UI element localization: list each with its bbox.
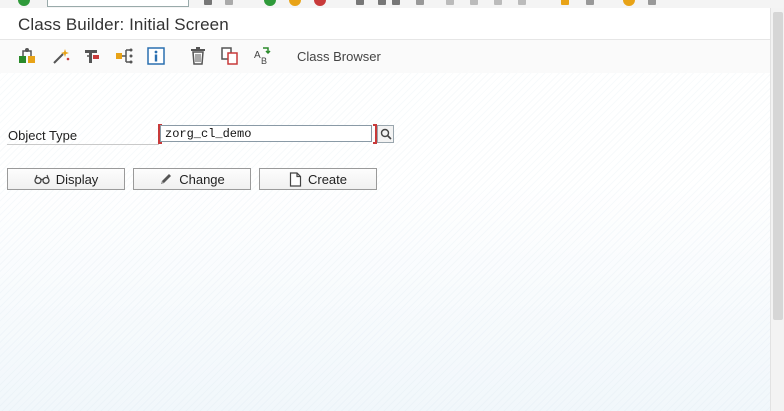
display-button[interactable]: Display bbox=[7, 168, 125, 190]
toolbar-misc-icon[interactable] bbox=[225, 0, 233, 5]
object-type-input[interactable] bbox=[160, 125, 372, 142]
info-icon[interactable] bbox=[145, 45, 167, 67]
object-type-field bbox=[158, 124, 378, 145]
display-button-label: Display bbox=[55, 171, 99, 187]
print-icon[interactable] bbox=[356, 0, 364, 5]
class-browser-button[interactable]: Class Browser bbox=[297, 49, 381, 64]
rename-icon[interactable]: A B bbox=[251, 45, 273, 67]
vertical-scrollbar[interactable] bbox=[770, 8, 784, 411]
session-icon[interactable] bbox=[518, 0, 526, 5]
wizard-icon[interactable] bbox=[50, 45, 72, 67]
svg-text:B: B bbox=[261, 56, 267, 66]
find-icon[interactable] bbox=[378, 0, 386, 5]
first-page-icon[interactable] bbox=[416, 0, 424, 5]
enter-icon[interactable] bbox=[18, 0, 30, 6]
where-used-icon[interactable] bbox=[82, 45, 104, 67]
last-page-icon[interactable] bbox=[494, 0, 502, 5]
pencil-icon bbox=[161, 174, 172, 184]
save-icon[interactable] bbox=[204, 0, 212, 5]
delete-icon[interactable] bbox=[187, 45, 209, 67]
create-button[interactable]: Create bbox=[259, 168, 377, 190]
value-help-button[interactable] bbox=[377, 125, 394, 143]
glasses-icon bbox=[34, 174, 50, 185]
change-button[interactable]: Change bbox=[133, 168, 251, 190]
exit-icon[interactable] bbox=[289, 0, 301, 6]
layout-icon[interactable] bbox=[586, 0, 594, 5]
application-toolbar: A B Class Browser bbox=[0, 40, 770, 74]
hierarchy-icon[interactable] bbox=[113, 45, 135, 67]
create-button-label: Create bbox=[307, 171, 348, 187]
other-object-icon[interactable] bbox=[16, 45, 38, 67]
change-button-label: Change bbox=[179, 171, 225, 187]
copy-icon[interactable] bbox=[219, 45, 241, 67]
search-icon bbox=[380, 128, 392, 140]
prev-page-icon[interactable] bbox=[446, 0, 454, 5]
help-icon[interactable] bbox=[623, 0, 635, 6]
main-content bbox=[0, 73, 770, 411]
cancel-icon[interactable] bbox=[314, 0, 326, 6]
scrollbar-thumb[interactable] bbox=[773, 12, 783, 320]
back-icon[interactable] bbox=[264, 0, 276, 6]
next-page-icon[interactable] bbox=[470, 0, 478, 5]
shortcut-icon[interactable] bbox=[561, 0, 569, 5]
command-field[interactable] bbox=[47, 0, 189, 7]
system-toolbar bbox=[0, 0, 784, 8]
find-next-icon[interactable] bbox=[392, 0, 400, 5]
new-document-icon bbox=[289, 171, 302, 187]
svg-text:A: A bbox=[254, 50, 261, 61]
page-title: Class Builder: Initial Screen bbox=[18, 15, 229, 34]
title-bar: Class Builder: Initial Screen bbox=[0, 8, 770, 40]
object-type-label: Object Type bbox=[8, 128, 78, 143]
label-underline bbox=[7, 144, 159, 145]
customize-icon[interactable] bbox=[648, 0, 656, 5]
